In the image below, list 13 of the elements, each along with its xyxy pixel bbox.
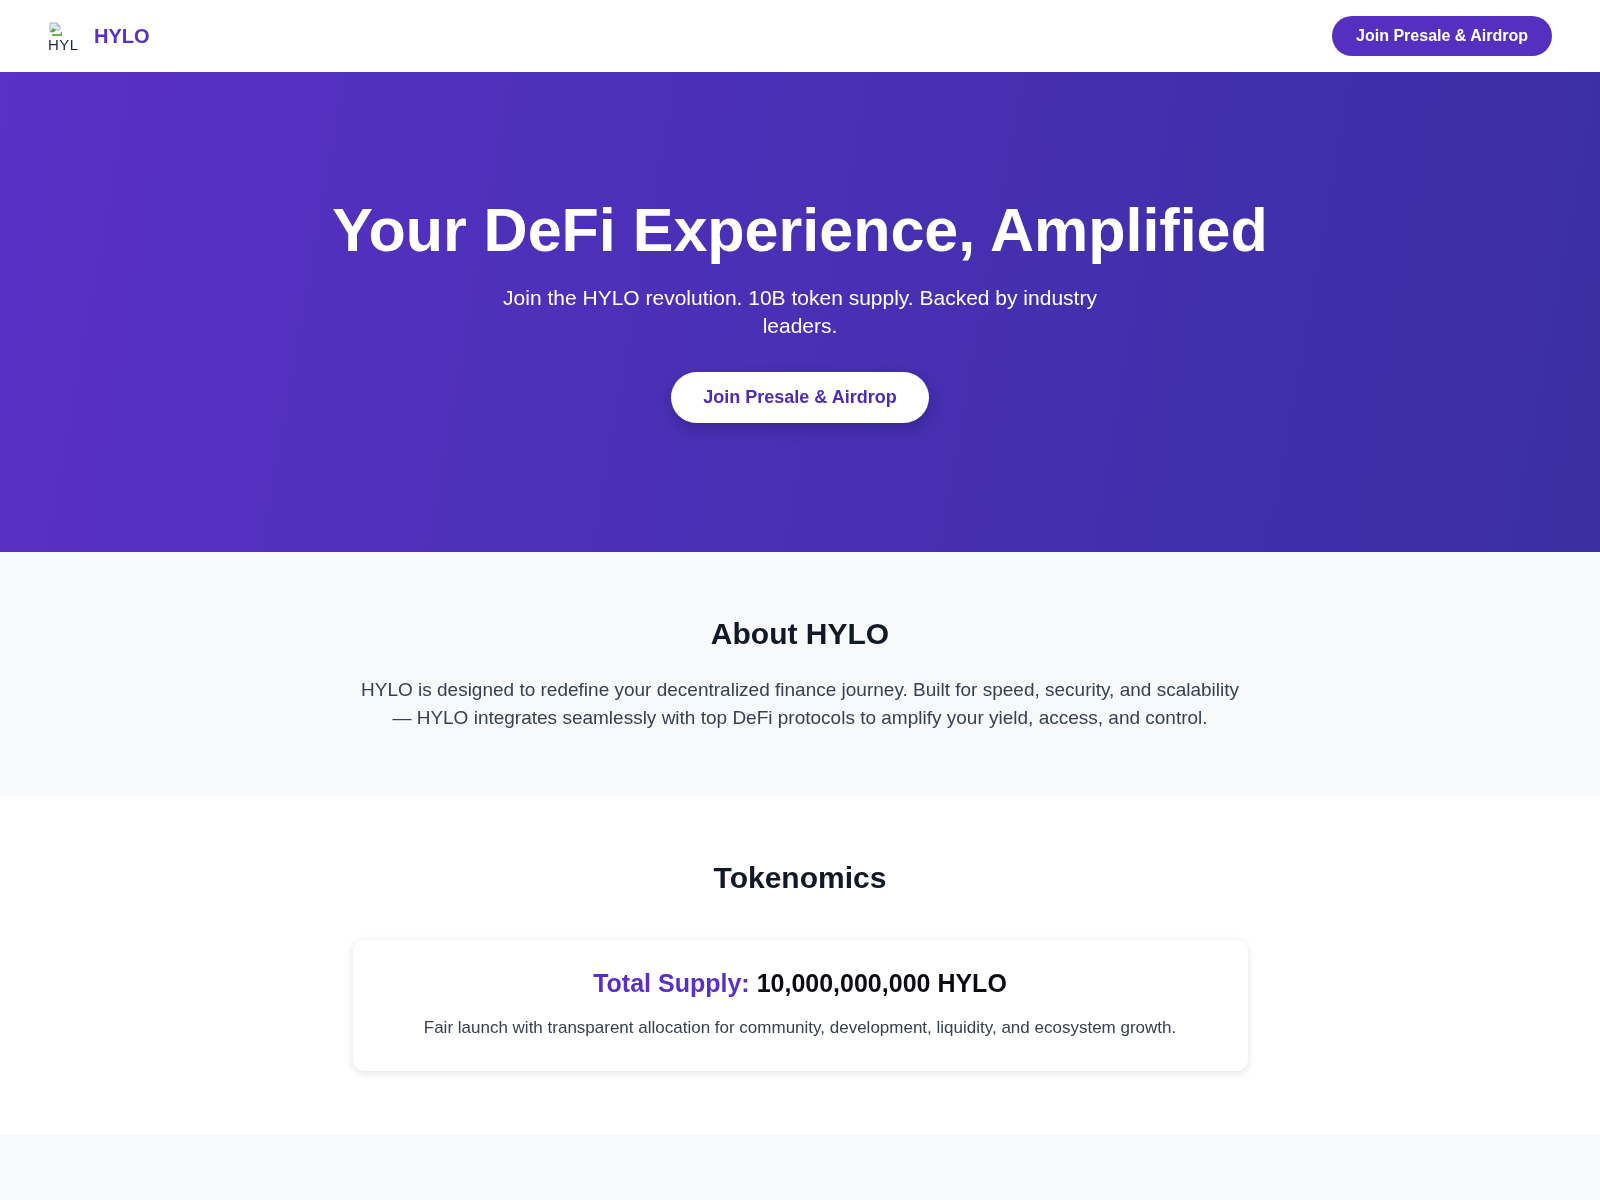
brand-name[interactable]: HYLO bbox=[94, 24, 150, 48]
supply-description: Fair launch with transparent allocation for community, development, liquidity, and ecosystem growth. bbox=[423, 1017, 1177, 1039]
logo-alt-text: HYL bbox=[48, 37, 79, 53]
broken-image-icon bbox=[48, 21, 64, 37]
join-presale-button[interactable]: Join Presale & Airdrop bbox=[671, 372, 929, 423]
section-title: Tokenomics bbox=[713, 860, 887, 896]
section-title: About HYLO bbox=[710, 616, 890, 652]
join-presale-button[interactable]: Join Presale & Airdrop bbox=[1332, 16, 1552, 56]
hero-subtitle: Join the HYLO revolution. 10B token supply. Backed by industry leaders. bbox=[502, 285, 1098, 339]
about-text: HYLO is designed to redefine your decentralized finance journey. Built for speed, security, and scalability — HYLO integrates seamlessly with top DeFi protocols to amplify your yield, access, and control. bbox=[360, 678, 1240, 730]
hero-title: Your DeFi Experience, Amplified bbox=[332, 195, 1268, 266]
supply-label: Total Supply: bbox=[593, 968, 750, 999]
supply-value: 10,000,000,000 HYLO bbox=[756, 968, 1007, 999]
